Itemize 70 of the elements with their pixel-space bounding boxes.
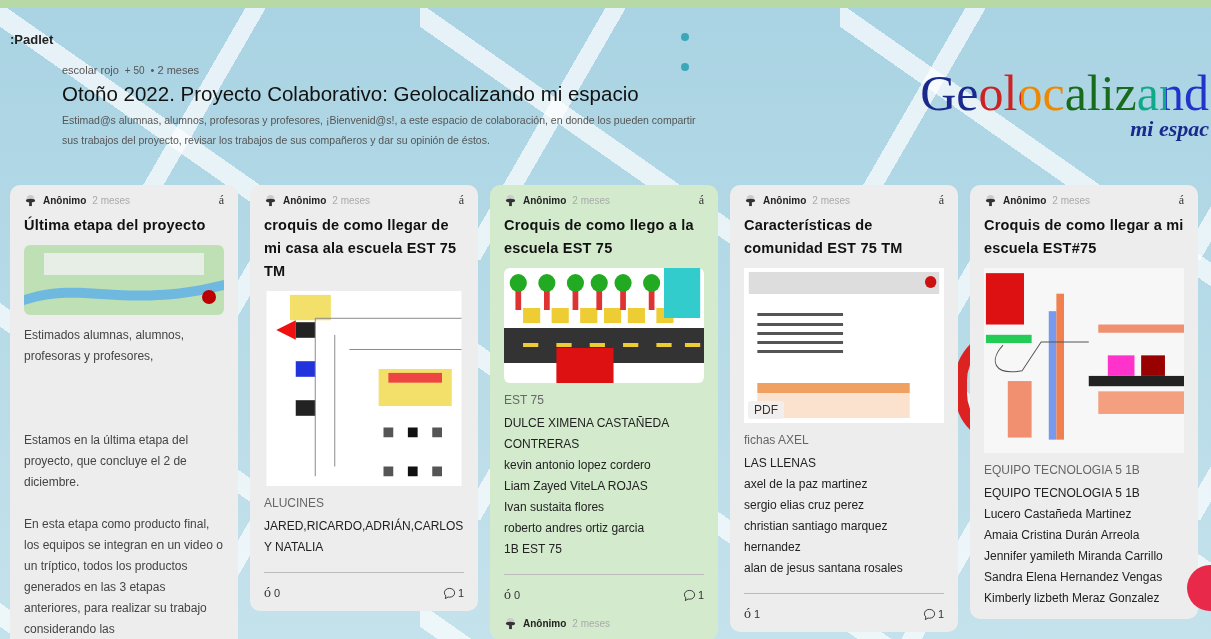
map-dot — [681, 63, 689, 71]
post-title: Características de comunidad EST 75 TM — [744, 216, 904, 258]
board-title: Otoño 2022. Proyecto Colaborativo: Geolocalizando mi espacio — [62, 82, 640, 106]
post-text: Lucero Castañeda Martinez — [984, 506, 1133, 523]
board-author[interactable]: escolar rojo — [62, 64, 119, 76]
board-description: Estimad@s alumnas, alumnos, profesoras y profesores, ¡Bienvenid@s!, a este espacio de colaboración, en donde los pueden compartir sus trabajos del proyecto, revisar los trabajos de sus compañeros y dar su opinión de éstos. — [62, 113, 697, 148]
post-time: 2 meses — [1052, 195, 1091, 206]
post-text: JARED,RICARDO,ADRIÁN,CARLOS Y NATALIA — [264, 517, 464, 556]
post-text: Estimados alumnas, alumnos, profesoras y profesores, — [24, 327, 186, 365]
post-menu[interactable]: á — [218, 193, 224, 208]
post-author: Anônimo — [283, 195, 327, 206]
padlet-logo[interactable]: :Padlet — [10, 32, 54, 47]
avatar-icon — [504, 194, 517, 207]
comment-time: 2 meses — [572, 618, 611, 629]
post-title: Última etapa del proyecto — [24, 215, 207, 235]
post-text: Estamos en la última etapa del proyecto, que concluye el 2 de diciembre. — [24, 432, 190, 491]
comment-count[interactable]: 1 — [682, 588, 704, 602]
avatar-icon — [984, 194, 997, 207]
post-text: Ivan sustaita flores — [504, 499, 606, 516]
map-dot — [681, 33, 689, 41]
post-subtitle: EQUIPO TECNOLOGIA 5 1B — [984, 463, 1141, 477]
post-menu[interactable]: á — [458, 193, 464, 208]
avatar-icon — [744, 194, 757, 207]
post-text: Jennifer yamileth Miranda Carrillo — [984, 548, 1164, 565]
like-count[interactable]: ó 1 — [744, 606, 761, 622]
post-menu[interactable]: á — [938, 193, 944, 208]
post-text: Liam Zayed ViteLA ROJAS — [504, 478, 649, 495]
post-text: sergio elias cruz perez — [744, 497, 866, 514]
avatar-icon — [504, 617, 517, 630]
post-menu[interactable]: á — [1178, 193, 1184, 208]
post-title: Croquis de como llego a la escuela EST 75 — [504, 216, 695, 258]
post-text: Kimberly lizbeth Meraz Gonzalez — [984, 590, 1161, 607]
post-author: Anônimo — [43, 195, 87, 206]
post-text: LAS LLENAS — [744, 455, 818, 472]
like-count[interactable]: ó 0 — [264, 585, 281, 601]
post-subtitle: EST 75 — [504, 393, 545, 407]
post-time: 2 meses — [572, 195, 611, 206]
post-text: En esta etapa como producto final, los equipos se integran en un video o un tríptico, todos los productos generados en las 3 etapas anteriores, para realizar su trabajo considerando las — [24, 516, 224, 638]
post-title: croquis de como llegar de mi casa ala escuela EST 75 TM — [264, 216, 458, 281]
post-card[interactable] — [970, 185, 1198, 619]
post-card[interactable] — [730, 185, 958, 632]
post-time: 2 meses — [92, 195, 131, 206]
comment-author: Anônimo — [523, 618, 567, 629]
post-author: Anônimo — [1003, 195, 1047, 206]
post-time: 2 meses — [332, 195, 371, 206]
post-menu[interactable]: á — [698, 193, 704, 208]
comment-count[interactable]: 1 — [922, 607, 944, 621]
post-card[interactable]: Anônimo 2 meses á croquis de como llegar de mi casa ala escuela EST 75 TM ALUCINES JARED,RICARDO,ADRIÁN,CARLOS Y NATALIA ó 0 1 — [250, 185, 478, 611]
post-subtitle: ALUCINES — [264, 496, 326, 510]
post-text: axel de la paz martinez — [744, 476, 869, 493]
board-time: • 2 meses — [150, 64, 200, 76]
post-text: kevin antonio lopez cordero — [504, 457, 652, 474]
post-subtitle: fichas AXEL — [744, 433, 810, 447]
post-author: Anônimo — [763, 195, 807, 206]
post-text: alan de jesus santana rosales — [744, 560, 904, 577]
post-card[interactable] — [490, 185, 718, 639]
follower-count: + 50 — [124, 65, 145, 76]
post-text: Sandra Elena Hernandez Vengas — [984, 569, 1164, 586]
post-author: Anônimo — [523, 195, 567, 206]
like-count[interactable]: ó 0 — [504, 587, 521, 603]
post-text: Amaia Cristina Durán Arreola — [984, 527, 1141, 544]
avatar-icon — [264, 194, 277, 207]
avatar-icon — [24, 194, 37, 207]
post-text: 1B EST 75 — [504, 541, 563, 558]
post-title: Croquis de como llegar a mi escuela EST#75 — [984, 216, 1184, 258]
comment-count[interactable]: 1 — [442, 586, 464, 600]
file-type-label: PDF — [748, 401, 784, 419]
post-text: EQUIPO TECNOLOGIA 5 1B — [984, 485, 1141, 502]
post-text: roberto andres ortiz garcia — [504, 520, 646, 537]
post-time: 2 meses — [812, 195, 851, 206]
